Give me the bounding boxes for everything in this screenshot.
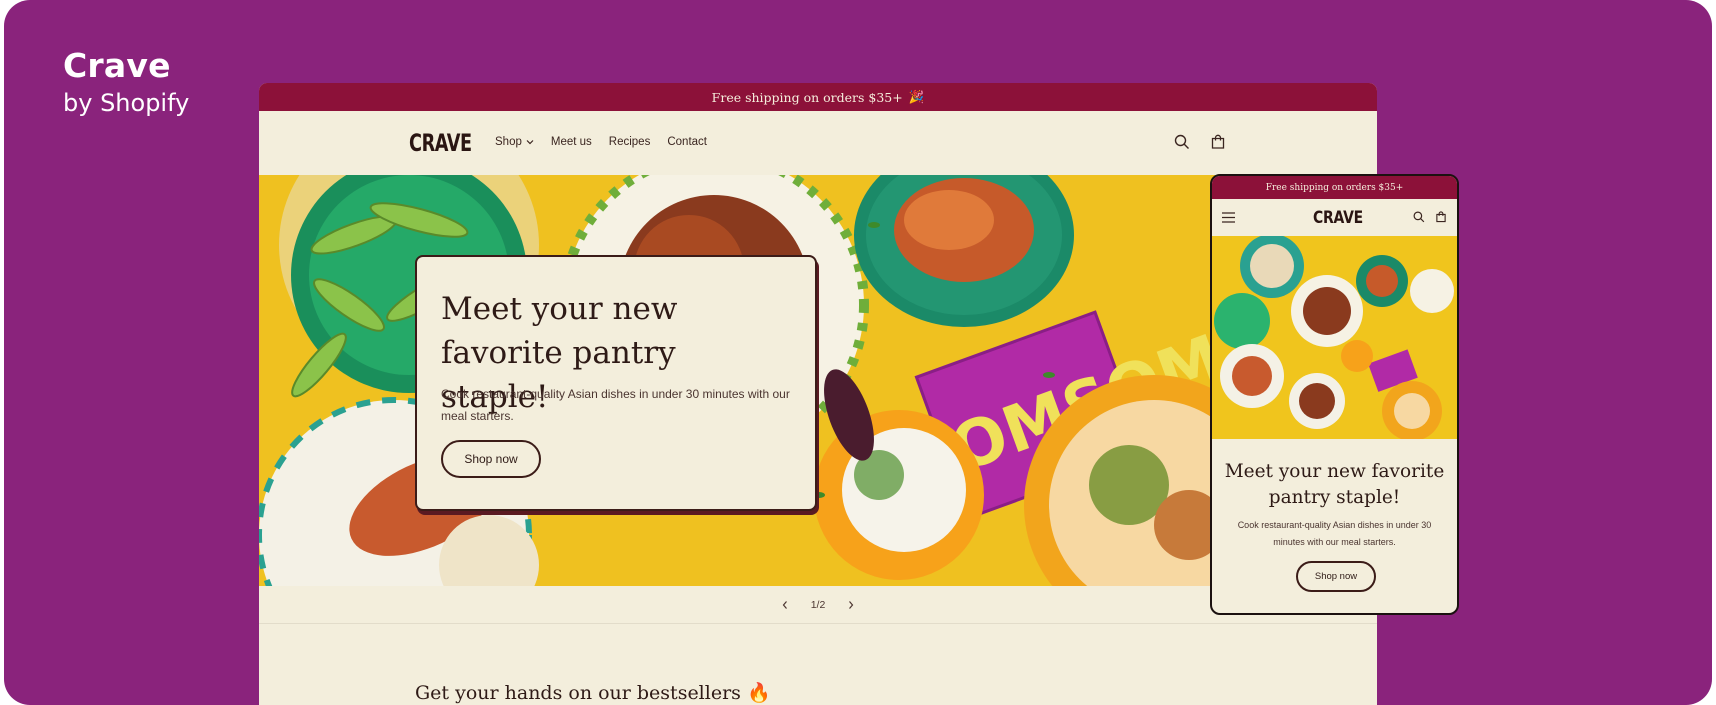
hamburger-menu-icon[interactable] [1222,212,1235,223]
party-emoji: 🎉 [908,89,925,104]
nav-item-contact[interactable]: Contact [667,136,707,148]
announcement-bar: Free shipping on orders $35+ 🎉 [259,83,1377,111]
mobile-shop-now-button[interactable]: Shop now [1296,561,1376,592]
mobile-header-icons [1413,211,1447,223]
shop-now-button[interactable]: Shop now [441,440,541,478]
announcement-text: Free shipping on orders $35+ [711,89,903,105]
site-logo[interactable]: CRAVE [409,129,472,157]
nav-item-meet-us[interactable]: Meet us [551,136,592,148]
cart-icon[interactable] [1435,211,1447,223]
header-icons [1173,133,1227,151]
mobile-hero-image [1212,236,1457,439]
hero-card: Meet your new favorite pantry staple! Co… [415,255,817,511]
nav-item-label: Shop [495,136,522,148]
nav-item-shop[interactable]: Shop [495,136,534,148]
hero-subtitle: Cook restaurant-quality Asian dishes in … [441,387,790,423]
mobile-hero-subtitle: Cook restaurant-quality Asian dishes in … [1237,520,1432,547]
mobile-food-image [1212,236,1457,439]
mobile-announcement-bar: Free shipping on orders $35+ [1212,176,1457,199]
showcase-frame: Crave by Shopify Free shipping on orders… [4,0,1712,705]
nav-item-recipes[interactable]: Recipes [609,136,651,148]
mobile-site-logo[interactable]: CRAVE [1313,208,1363,228]
brand-subtitle: by Shopify [63,89,190,117]
mobile-mockup: Free shipping on orders $35+ CRAVE Meet … [1210,174,1459,615]
slide-counter: 1/2 [810,599,826,611]
main-nav: Shop Meet us Recipes Contact [495,136,707,148]
chevron-down-icon [526,140,534,145]
bestsellers-heading: Get your hands on our bestsellers 🔥 [415,682,771,704]
site-header: CRAVE Shop Meet us Recipes Contact [259,111,1377,175]
chevron-right-icon[interactable] [847,600,855,610]
search-icon[interactable] [1413,211,1425,223]
brand-block: Crave by Shopify [63,46,189,117]
cart-icon[interactable] [1209,133,1227,151]
search-icon[interactable] [1173,133,1191,151]
brand-name: Crave [63,46,171,85]
mobile-hero-title: Meet your new favorite pantry staple! [1224,461,1445,508]
chevron-left-icon[interactable] [781,600,789,610]
mobile-header: CRAVE [1212,199,1457,236]
